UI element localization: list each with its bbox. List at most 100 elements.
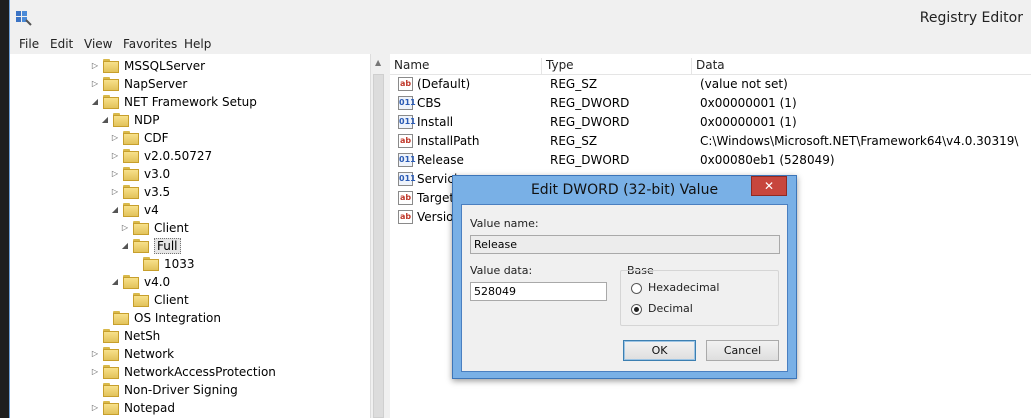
tree-item[interactable]: ▷ v3.0: [110, 165, 170, 183]
tree-item[interactable]: ▷ Client: [120, 219, 189, 237]
collapse-arrow-icon[interactable]: ◢: [100, 115, 110, 125]
folder-icon: [103, 365, 119, 379]
tree-item-label: Client: [154, 293, 189, 307]
scroll-up-icon[interactable]: ▲: [375, 58, 381, 67]
value-type: REG_DWORD: [550, 153, 630, 167]
expand-arrow-icon[interactable]: ▷: [90, 403, 100, 413]
expand-arrow-icon[interactable]: ▷: [90, 367, 100, 377]
value-name-field: Release: [470, 235, 780, 254]
tree-item-label: v4: [144, 203, 159, 217]
folder-icon: [113, 311, 129, 325]
ok-button[interactable]: OK: [623, 340, 696, 361]
tree-item-label: v2.0.50727: [144, 149, 213, 163]
menu-edit[interactable]: Edit: [50, 37, 73, 51]
menu-favorites[interactable]: Favorites: [123, 37, 177, 51]
tree-item-label: MSSQLServer: [124, 59, 206, 73]
value-data-input[interactable]: 528049: [470, 282, 607, 301]
expand-arrow-icon[interactable]: ▷: [120, 223, 130, 233]
tree-item-label: v3.5: [144, 185, 171, 199]
tree-item[interactable]: ◢ NDP: [100, 111, 159, 129]
tree-item[interactable]: Client: [120, 291, 189, 309]
folder-icon: [143, 257, 159, 271]
reg-binary-icon: 011: [398, 172, 416, 186]
tree-item-label: CDF: [144, 131, 169, 145]
tree-scrollbar[interactable]: ▲: [370, 54, 386, 418]
tree-item[interactable]: ▷ MSSQLServer: [90, 57, 205, 75]
tree-item[interactable]: 1033: [130, 255, 195, 273]
tree-item[interactable]: ▷ CDF: [110, 129, 169, 147]
value-name: (Default): [417, 77, 471, 91]
tree-item[interactable]: NetSh: [90, 327, 160, 345]
tree-item[interactable]: ◢ v4: [110, 201, 159, 219]
value-row[interactable]: 011 Release REG_DWORD 0x00080eb1 (528049): [390, 151, 1031, 170]
folder-icon: [103, 347, 119, 361]
menu-bar: File Edit View Favorites Help: [10, 36, 1031, 54]
folder-icon: [103, 383, 119, 397]
collapse-arrow-icon[interactable]: ◢: [110, 277, 120, 287]
folder-icon: [133, 221, 149, 235]
cancel-button[interactable]: Cancel: [706, 340, 779, 361]
scrollbar-thumb[interactable]: [373, 74, 384, 418]
tree-item[interactable]: ◢ v4.0: [110, 273, 170, 291]
expand-arrow-icon[interactable]: ▷: [110, 187, 120, 197]
tree-item-label: Full: [154, 238, 181, 254]
window-title: Registry Editor: [919, 10, 1023, 26]
value-name: InstallPath: [417, 134, 480, 148]
tree-item[interactable]: ▷ v3.5: [110, 183, 170, 201]
folder-icon: [123, 149, 139, 163]
tree-item-label: NetworkAccessProtection: [124, 365, 276, 379]
hexadecimal-radio[interactable]: [631, 283, 642, 294]
value-data: 0x00000001 (1): [700, 115, 797, 129]
value-row[interactable]: 011 CBS REG_DWORD 0x00000001 (1): [390, 94, 1031, 113]
list-header: Name Type Data: [390, 56, 1031, 75]
decimal-label[interactable]: Decimal: [648, 302, 693, 315]
regedit-icon: [16, 11, 32, 26]
expand-arrow-icon[interactable]: ▷: [110, 151, 120, 161]
value-row[interactable]: 011 Install REG_DWORD 0x00000001 (1): [390, 113, 1031, 132]
expand-arrow-icon[interactable]: ▷: [90, 349, 100, 359]
tree-item[interactable]: ▷ Notepad: [90, 399, 175, 417]
tree-item-label: v4.0: [144, 275, 171, 289]
tree-item[interactable]: ◢ Full: [120, 237, 181, 255]
title-bar[interactable]: Registry Editor: [10, 0, 1031, 36]
tree-item-label: Client: [154, 221, 189, 235]
close-button[interactable]: ✕: [751, 176, 787, 196]
collapse-arrow-icon[interactable]: ◢: [90, 97, 100, 107]
tree-item[interactable]: OS Integration: [100, 309, 221, 327]
value-type: REG_DWORD: [550, 96, 630, 110]
collapse-arrow-icon[interactable]: ◢: [110, 205, 120, 215]
tree-item[interactable]: ▷ NetworkAccessProtection: [90, 363, 276, 381]
registry-tree[interactable]: ▷ MSSQLServer ▷ NapServer ◢ NET Framework Set…: [11, 54, 371, 418]
value-row[interactable]: ab (Default) REG_SZ (value not set): [390, 75, 1031, 94]
menu-file[interactable]: File: [19, 37, 39, 51]
expand-arrow-icon[interactable]: ▷: [90, 79, 100, 89]
reg-binary-icon: 011: [398, 153, 416, 167]
folder-icon: [123, 167, 139, 181]
value-data: 0x00080eb1 (528049): [700, 153, 835, 167]
expand-arrow-icon[interactable]: ▷: [90, 61, 100, 71]
column-name[interactable]: Name: [390, 58, 542, 74]
column-data[interactable]: Data: [692, 58, 1031, 74]
tree-item[interactable]: ◢ NET Framework Setup: [90, 93, 257, 111]
expand-arrow-icon[interactable]: ▷: [110, 169, 120, 179]
folder-icon: [123, 203, 139, 217]
value-name: Release: [417, 153, 464, 167]
value-row[interactable]: ab InstallPath REG_SZ C:\Windows\Microsoft.…: [390, 132, 1031, 151]
hexadecimal-label[interactable]: Hexadecimal: [648, 281, 719, 294]
decimal-radio[interactable]: [631, 304, 642, 315]
tree-item-label: NDP: [134, 113, 160, 127]
value-name-label: Value name:: [470, 217, 539, 230]
tree-item[interactable]: ▷ NapServer: [90, 75, 187, 93]
collapse-arrow-icon[interactable]: ◢: [120, 241, 130, 251]
reg-string-icon: ab: [398, 134, 413, 148]
tree-item[interactable]: ▷ v2.0.50727: [110, 147, 212, 165]
expand-arrow-icon[interactable]: ▷: [110, 133, 120, 143]
menu-view[interactable]: View: [84, 37, 112, 51]
value-type: REG_DWORD: [550, 115, 630, 129]
column-type[interactable]: Type: [542, 58, 692, 74]
tree-item[interactable]: Non-Driver Signing: [90, 381, 238, 399]
tree-item[interactable]: ▷ Network: [90, 345, 174, 363]
menu-help[interactable]: Help: [184, 37, 211, 51]
